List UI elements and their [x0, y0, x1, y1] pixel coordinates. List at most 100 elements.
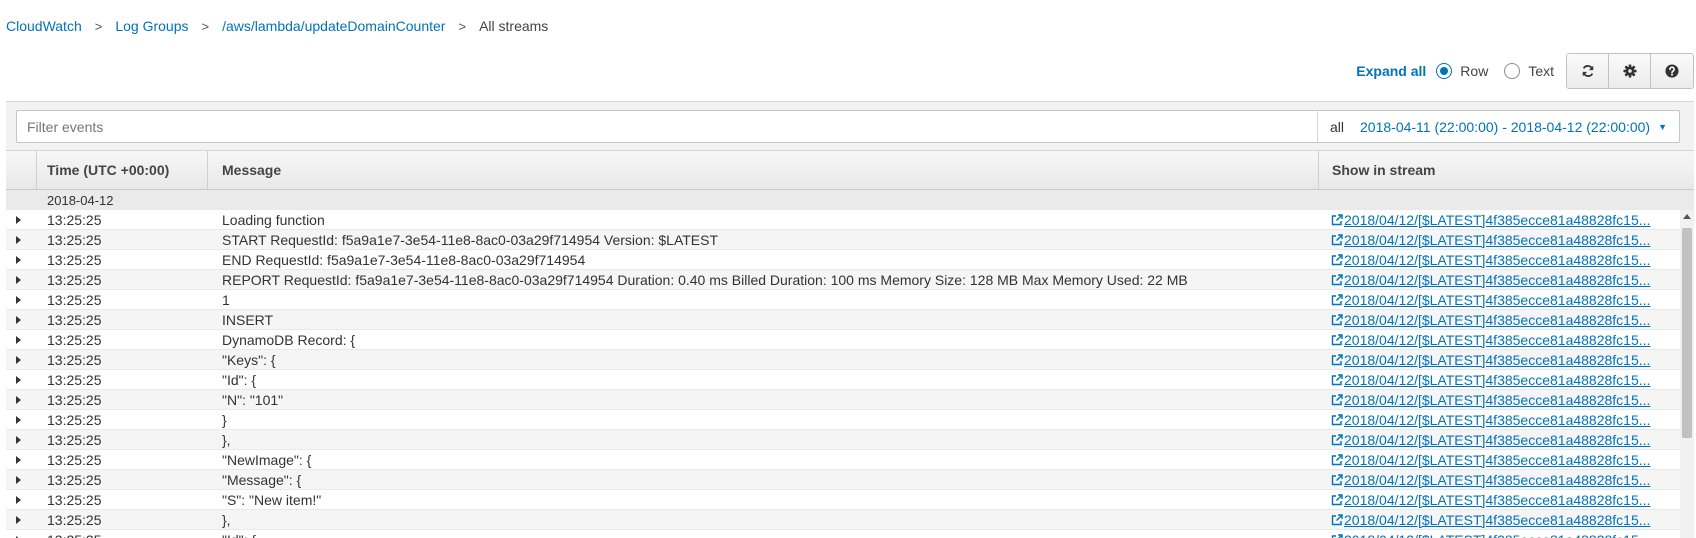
stream-name[interactable]: 2018/04/12/[$LATEST]4f385ecce81a48828fc1…: [1344, 272, 1650, 288]
stream-name[interactable]: 2018/04/12/[$LATEST]4f385ecce81a48828fc1…: [1344, 472, 1650, 488]
column-header-stream[interactable]: Show in stream: [1332, 151, 1435, 189]
table-row[interactable]: 13:25:25 "Keys": { 2018/04/12/[$LATEST]4…: [6, 350, 1680, 370]
stream-name[interactable]: 2018/04/12/[$LATEST]4f385ecce81a48828fc1…: [1344, 392, 1650, 408]
table-row[interactable]: 13:25:25 "Id": { 2018/04/12/[$LATEST]4f3…: [6, 370, 1680, 390]
stream-name[interactable]: 2018/04/12/[$LATEST]4f385ecce81a48828fc1…: [1344, 292, 1650, 308]
breadcrumb-cloudwatch[interactable]: CloudWatch: [6, 18, 82, 34]
expand-row-icon[interactable]: [16, 336, 21, 344]
show-in-stream-link[interactable]: 2018/04/12/[$LATEST]4f385ecce81a48828fc1…: [1331, 472, 1676, 488]
settings-button[interactable]: [1609, 54, 1651, 88]
stream-name[interactable]: 2018/04/12/[$LATEST]4f385ecce81a48828fc1…: [1344, 532, 1650, 538]
table-row[interactable]: 13:25:25 DynamoDB Record: { 2018/04/12/[…: [6, 330, 1680, 350]
text-view-label[interactable]: Text: [1528, 63, 1554, 79]
filter-events-input[interactable]: [17, 111, 1317, 142]
column-header-time[interactable]: Time (UTC +00:00): [47, 151, 169, 189]
stream-name[interactable]: 2018/04/12/[$LATEST]4f385ecce81a48828fc1…: [1344, 212, 1650, 228]
show-in-stream-link[interactable]: 2018/04/12/[$LATEST]4f385ecce81a48828fc1…: [1331, 232, 1676, 248]
table-row[interactable]: 13:25:25 1 2018/04/12/[$LATEST]4f385ecce…: [6, 290, 1680, 310]
external-link-icon: [1331, 454, 1343, 466]
stream-name[interactable]: 2018/04/12/[$LATEST]4f385ecce81a48828fc1…: [1344, 492, 1650, 508]
external-link-icon: [1331, 434, 1343, 446]
show-in-stream-link[interactable]: 2018/04/12/[$LATEST]4f385ecce81a48828fc1…: [1331, 212, 1676, 228]
expand-row-icon[interactable]: [16, 256, 21, 264]
table-row[interactable]: 13:25:25 END RequestId: f5a9a1e7-3e54-11…: [6, 250, 1680, 270]
show-in-stream-link[interactable]: 2018/04/12/[$LATEST]4f385ecce81a48828fc1…: [1331, 512, 1676, 528]
expand-row-icon[interactable]: [16, 496, 21, 504]
column-header-message[interactable]: Message: [222, 151, 281, 189]
table-row[interactable]: 13:25:25 "NewImage": { 2018/04/12/[$LATE…: [6, 450, 1680, 470]
expand-row-icon[interactable]: [16, 216, 21, 224]
table-row[interactable]: 13:25:25 } 2018/04/12/[$LATEST]4f385ecce…: [6, 410, 1680, 430]
expand-all-link[interactable]: Expand all: [1356, 63, 1426, 79]
stream-name[interactable]: 2018/04/12/[$LATEST]4f385ecce81a48828fc1…: [1344, 412, 1650, 428]
expand-row-icon[interactable]: [16, 276, 21, 284]
stream-name[interactable]: 2018/04/12/[$LATEST]4f385ecce81a48828fc1…: [1344, 512, 1650, 528]
external-link-icon: [1331, 394, 1343, 406]
expand-row-icon[interactable]: [16, 416, 21, 424]
stream-name[interactable]: 2018/04/12/[$LATEST]4f385ecce81a48828fc1…: [1344, 332, 1650, 348]
show-in-stream-link[interactable]: 2018/04/12/[$LATEST]4f385ecce81a48828fc1…: [1331, 412, 1676, 428]
table-row[interactable]: 13:25:25 REPORT RequestId: f5a9a1e7-3e54…: [6, 270, 1680, 290]
stream-name[interactable]: 2018/04/12/[$LATEST]4f385ecce81a48828fc1…: [1344, 432, 1650, 448]
scrollbar-thumb[interactable]: [1682, 228, 1692, 438]
show-in-stream-link[interactable]: 2018/04/12/[$LATEST]4f385ecce81a48828fc1…: [1331, 272, 1676, 288]
expand-row-icon[interactable]: [16, 476, 21, 484]
table-row[interactable]: 13:25:25 START RequestId: f5a9a1e7-3e54-…: [6, 230, 1680, 250]
expand-row-icon[interactable]: [16, 296, 21, 304]
show-in-stream-link[interactable]: 2018/04/12/[$LATEST]4f385ecce81a48828fc1…: [1331, 292, 1676, 308]
show-in-stream-link[interactable]: 2018/04/12/[$LATEST]4f385ecce81a48828fc1…: [1331, 432, 1676, 448]
show-in-stream-link[interactable]: 2018/04/12/[$LATEST]4f385ecce81a48828fc1…: [1331, 492, 1676, 508]
range-scope[interactable]: all: [1330, 119, 1344, 135]
expand-row-icon[interactable]: [16, 356, 21, 364]
expand-row-icon[interactable]: [16, 516, 21, 524]
range-dates[interactable]: 2018-04-11 (22:00:00) - 2018-04-12 (22:0…: [1360, 119, 1650, 135]
stream-name[interactable]: 2018/04/12/[$LATEST]4f385ecce81a48828fc1…: [1344, 252, 1650, 268]
text-view-radio[interactable]: [1504, 63, 1521, 79]
scroll-up-icon[interactable]: [1683, 214, 1691, 219]
show-in-stream-link[interactable]: 2018/04/12/[$LATEST]4f385ecce81a48828fc1…: [1331, 372, 1676, 388]
caret-down-icon[interactable]: ▼: [1658, 122, 1667, 132]
event-time: 13:25:25: [47, 252, 102, 268]
expand-row-icon[interactable]: [16, 376, 21, 384]
table-row[interactable]: 13:25:25 "S": "New item!" 2018/04/12/[$L…: [6, 490, 1680, 510]
breadcrumb-log-groups[interactable]: Log Groups: [115, 18, 188, 34]
breadcrumb-log-group[interactable]: /aws/lambda/updateDomainCounter: [222, 18, 445, 34]
event-message: REPORT RequestId: f5a9a1e7-3e54-11e8-8ac…: [222, 272, 1188, 288]
expand-row-icon[interactable]: [16, 316, 21, 324]
stream-name[interactable]: 2018/04/12/[$LATEST]4f385ecce81a48828fc1…: [1344, 352, 1650, 368]
stream-name[interactable]: 2018/04/12/[$LATEST]4f385ecce81a48828fc1…: [1344, 372, 1650, 388]
column-divider[interactable]: [1318, 151, 1319, 189]
table-row[interactable]: 13:25:25 }, 2018/04/12/[$LATEST]4f385ecc…: [6, 430, 1680, 450]
stream-name[interactable]: 2018/04/12/[$LATEST]4f385ecce81a48828fc1…: [1344, 452, 1650, 468]
row-view-label[interactable]: Row: [1460, 63, 1488, 79]
show-in-stream-link[interactable]: 2018/04/12/[$LATEST]4f385ecce81a48828fc1…: [1331, 452, 1676, 468]
external-link-icon: [1331, 314, 1343, 326]
stream-name[interactable]: 2018/04/12/[$LATEST]4f385ecce81a48828fc1…: [1344, 312, 1650, 328]
table-row[interactable]: 13:25:25 "Id": { 2018/04/12/[$LATEST]4f3…: [6, 530, 1680, 538]
show-in-stream-link[interactable]: 2018/04/12/[$LATEST]4f385ecce81a48828fc1…: [1331, 352, 1676, 368]
show-in-stream-link[interactable]: 2018/04/12/[$LATEST]4f385ecce81a48828fc1…: [1331, 312, 1676, 328]
expand-row-icon[interactable]: [16, 396, 21, 404]
event-time: 13:25:25: [47, 372, 102, 388]
help-button[interactable]: [1651, 54, 1693, 88]
event-message: 1: [222, 292, 230, 308]
row-view-radio[interactable]: [1436, 63, 1453, 79]
table-row[interactable]: 13:25:25 Loading function 2018/04/12/[$L…: [6, 210, 1680, 230]
expand-row-icon[interactable]: [16, 436, 21, 444]
event-message: },: [222, 512, 231, 528]
scrollbar[interactable]: [1680, 210, 1694, 538]
table-row[interactable]: 13:25:25 "Message": { 2018/04/12/[$LATES…: [6, 470, 1680, 490]
show-in-stream-link[interactable]: 2018/04/12/[$LATEST]4f385ecce81a48828fc1…: [1331, 252, 1676, 268]
show-in-stream-link[interactable]: 2018/04/12/[$LATEST]4f385ecce81a48828fc1…: [1331, 332, 1676, 348]
column-divider[interactable]: [207, 151, 208, 189]
refresh-button[interactable]: [1567, 54, 1609, 88]
show-in-stream-link[interactable]: 2018/04/12/[$LATEST]4f385ecce81a48828fc1…: [1331, 392, 1676, 408]
table-row[interactable]: 13:25:25 "N": "101" 2018/04/12/[$LATEST]…: [6, 390, 1680, 410]
time-range-selector[interactable]: all 2018-04-11 (22:00:00) - 2018-04-12 (…: [1317, 111, 1679, 142]
expand-row-icon[interactable]: [16, 456, 21, 464]
table-row[interactable]: 13:25:25 INSERT 2018/04/12/[$LATEST]4f38…: [6, 310, 1680, 330]
table-row[interactable]: 13:25:25 }, 2018/04/12/[$LATEST]4f385ecc…: [6, 510, 1680, 530]
expand-row-icon[interactable]: [16, 236, 21, 244]
stream-name[interactable]: 2018/04/12/[$LATEST]4f385ecce81a48828fc1…: [1344, 232, 1650, 248]
show-in-stream-link[interactable]: 2018/04/12/[$LATEST]4f385ecce81a48828fc1…: [1331, 532, 1676, 538]
